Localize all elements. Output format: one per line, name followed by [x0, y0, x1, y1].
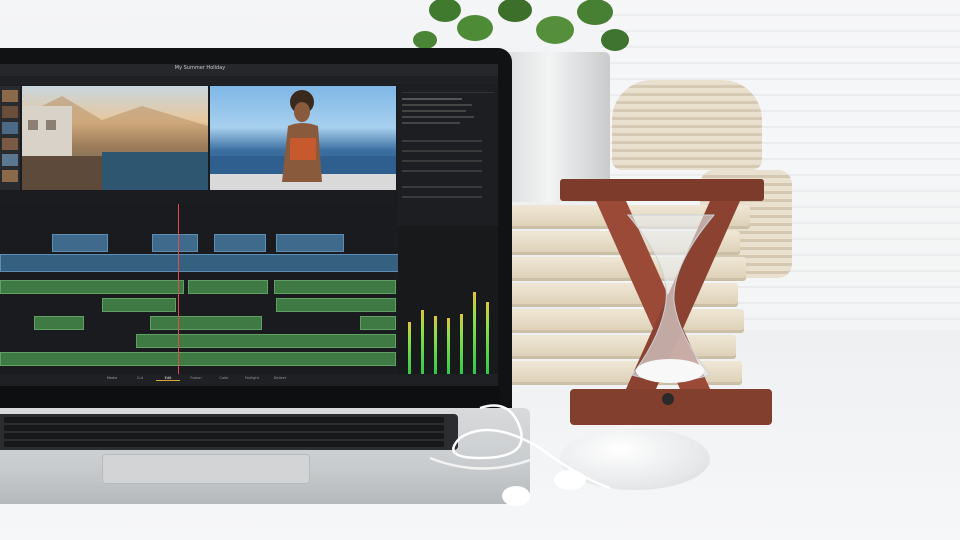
rope-basket-top	[612, 80, 762, 170]
playhead[interactable]	[178, 204, 179, 374]
source-viewer[interactable]	[22, 86, 208, 190]
coastal-town-frame	[22, 96, 208, 190]
audio-clip[interactable]	[276, 298, 396, 312]
editor-title-bar: My Summer Holiday	[0, 64, 498, 76]
level-meter	[460, 314, 463, 376]
page-tab-color[interactable]: Color	[212, 376, 236, 380]
level-meter	[421, 310, 424, 376]
audio-clip[interactable]	[136, 334, 396, 348]
level-meter	[447, 318, 450, 376]
audio-mixer[interactable]	[398, 226, 498, 386]
laptop-trackpad	[102, 454, 310, 484]
edit-timeline[interactable]	[0, 204, 399, 374]
audio-clip[interactable]	[34, 316, 84, 330]
viewer-toolbar	[0, 76, 498, 85]
page-tab-edit[interactable]: Edit	[156, 376, 180, 381]
video-clip[interactable]	[214, 234, 266, 252]
page-tab-cut[interactable]: Cut	[128, 376, 152, 380]
timeline-viewer[interactable]	[210, 86, 396, 190]
page-tab-fusion[interactable]: Fusion	[184, 376, 208, 380]
audio-clip[interactable]	[0, 280, 184, 294]
page-navigation: Media Cut Edit Fusion Color Fairlight Deliver	[0, 374, 498, 386]
audio-clip[interactable]	[274, 280, 396, 294]
video-clip[interactable]	[52, 234, 108, 252]
laptop-screen: My Summer Holiday Media Cut Edit Fusion …	[0, 64, 498, 386]
level-meter	[473, 292, 476, 376]
audio-clip[interactable]	[150, 316, 262, 330]
audio-clip[interactable]	[188, 280, 268, 294]
audio-clip[interactable]	[360, 316, 396, 330]
photo-scene: My Summer Holiday Media Cut Edit Fusion …	[0, 0, 960, 540]
page-tab-deliver[interactable]: Deliver	[268, 376, 292, 380]
audio-clip[interactable]	[102, 298, 176, 312]
portrait-frame	[210, 90, 396, 190]
inspector-panel[interactable]	[398, 86, 498, 226]
video-clip[interactable]	[276, 234, 344, 252]
laptop-keyboard	[0, 414, 458, 450]
level-meter	[486, 302, 489, 376]
project-title: My Summer Holiday	[174, 65, 226, 71]
audio-clip[interactable]	[0, 352, 396, 366]
page-tab-media[interactable]: Media	[100, 376, 124, 380]
level-meter	[434, 316, 437, 376]
video-clip[interactable]	[152, 234, 198, 252]
video-track[interactable]	[0, 254, 399, 272]
earphones-cable	[429, 404, 611, 506]
page-tab-fairlight[interactable]: Fairlight	[240, 376, 264, 380]
media-pool	[0, 86, 20, 190]
level-meter	[408, 322, 411, 376]
